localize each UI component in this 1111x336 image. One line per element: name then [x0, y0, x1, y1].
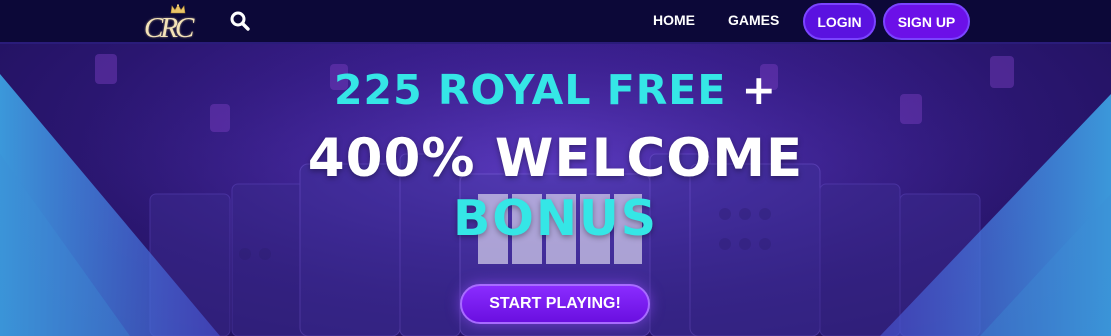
nav-games-link[interactable]: GAMES [728, 12, 779, 28]
hero-headline-welcome: 400% WELCOME [307, 128, 804, 189]
hero-banner: 225 ROYAL FREE + 400% WELCOME BONUS STAR… [0, 44, 1111, 336]
login-button[interactable]: LOGIN [803, 3, 876, 40]
site-header: CRC HOME GAMES LOGIN SIGN UP [0, 0, 1111, 44]
start-playing-button[interactable]: START PLAYING! [460, 284, 650, 324]
free-spins-text: 225 ROYAL FREE [334, 66, 727, 114]
logo-text: CRC [144, 12, 194, 44]
signup-button[interactable]: SIGN UP [883, 3, 970, 40]
hero-headline-free-spins: 225 ROYAL FREE + [0, 66, 1111, 114]
hero-headline-bonus: BONUS [452, 190, 659, 247]
search-icon[interactable] [229, 10, 251, 32]
logo[interactable]: CRC [142, 4, 212, 44]
nav-home-link[interactable]: HOME [653, 12, 695, 28]
plus-text: + [726, 66, 777, 114]
